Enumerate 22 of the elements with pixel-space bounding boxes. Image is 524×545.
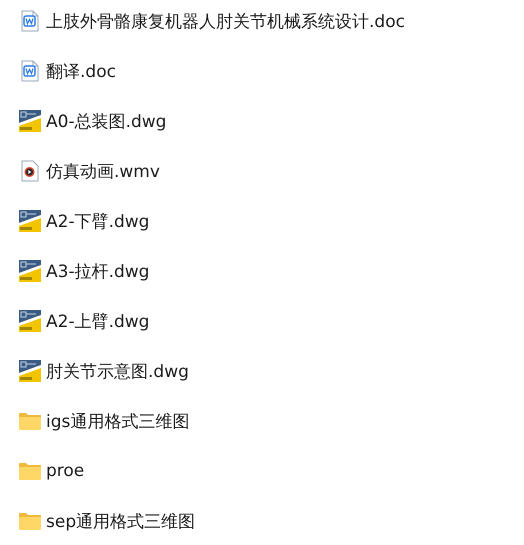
file-name[interactable]: proe — [46, 461, 84, 481]
video-file-icon — [21, 160, 39, 182]
document-icon — [20, 10, 40, 32]
file-name[interactable]: 肘关节示意图.dwg — [46, 360, 189, 382]
folder-icon — [19, 462, 41, 480]
file-name[interactable]: A2-上臂.dwg — [46, 310, 150, 332]
file-name[interactable]: A0-总装图.dwg — [46, 110, 166, 132]
file-name[interactable]: sep通用格式三维图 — [46, 510, 196, 532]
document-icon — [20, 60, 40, 82]
file-name[interactable]: 上肢外骨骼康复机器人肘关节机械系统设计.doc — [46, 10, 405, 32]
drawing-file-icon — [19, 310, 41, 332]
file-name[interactable]: igs通用格式三维图 — [46, 410, 190, 432]
drawing-file-icon — [19, 110, 41, 132]
drawing-file-icon — [19, 260, 41, 282]
folder-icon — [19, 412, 41, 430]
folder-icon — [19, 512, 41, 530]
file-name[interactable]: A3-拉杆.dwg — [46, 260, 150, 282]
drawing-file-icon — [19, 210, 41, 232]
file-name[interactable]: A2-下臂.dwg — [46, 210, 150, 232]
file-name[interactable]: 仿真动画.wmv — [46, 160, 160, 182]
file-name[interactable]: 翻译.doc — [46, 60, 116, 82]
drawing-file-icon — [19, 360, 41, 382]
